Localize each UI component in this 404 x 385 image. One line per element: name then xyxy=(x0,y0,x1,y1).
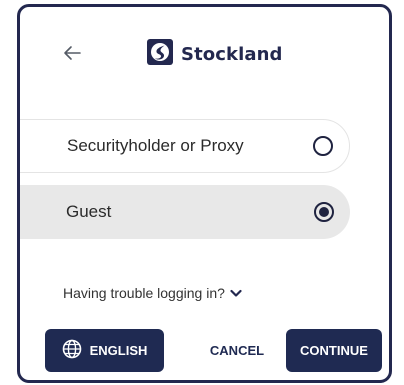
language-button[interactable]: ENGLISH xyxy=(45,329,164,372)
trouble-label: Having trouble logging in? xyxy=(63,285,225,301)
continue-button[interactable]: CONTINUE xyxy=(286,329,382,372)
back-button[interactable] xyxy=(58,41,86,69)
radio-selected[interactable] xyxy=(314,202,334,222)
arrow-left-icon xyxy=(63,45,81,66)
stockland-logo-icon xyxy=(147,38,173,70)
brand-logo: Stockland xyxy=(147,37,283,71)
globe-icon xyxy=(62,339,82,362)
option-guest[interactable]: Guest xyxy=(20,185,350,239)
trouble-logging-in-toggle[interactable]: Having trouble logging in? xyxy=(63,285,242,301)
cancel-button[interactable]: CANCEL xyxy=(202,329,272,372)
language-label: ENGLISH xyxy=(89,343,148,358)
option-label: Securityholder or Proxy xyxy=(67,136,244,155)
login-panel: Stockland Securityholder or Proxy Guest … xyxy=(17,4,392,383)
brand-name: Stockland xyxy=(181,43,283,65)
option-label: Guest xyxy=(66,202,112,221)
radio-unselected[interactable] xyxy=(313,136,333,156)
radio-dot xyxy=(319,207,329,217)
option-securityholder[interactable]: Securityholder or Proxy xyxy=(20,119,350,173)
chevron-down-icon xyxy=(230,285,242,301)
